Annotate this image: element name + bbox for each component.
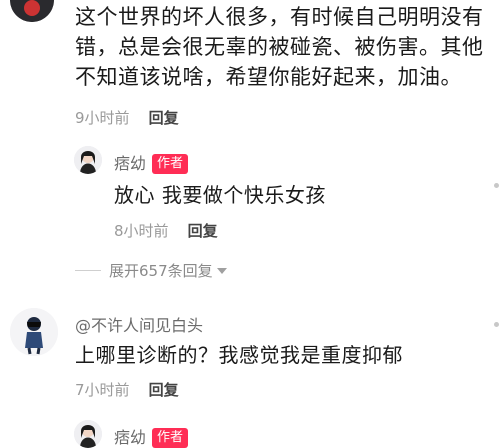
- reply-username[interactable]: 痞幼: [114, 428, 146, 447]
- comment-time: 9小时前: [75, 109, 130, 127]
- comment-text: 这个世界的坏人很多，有时候自己明明没有 错，总是会很无辜的被碰瓷、被伤害。其他 …: [75, 2, 495, 92]
- reply-header: 痞幼 作者: [114, 150, 189, 174]
- comment-meta: 9小时前 回复: [75, 107, 179, 128]
- reply-button[interactable]: 回复: [149, 381, 179, 399]
- reply-header: 痞幼 作者: [114, 424, 189, 448]
- comment-text: 上哪里诊断的？我感觉我是重度抑郁: [75, 343, 403, 367]
- commenter-avatar[interactable]: [10, 0, 54, 22]
- reply-text: 放心 我要做个快乐女孩: [114, 183, 326, 207]
- reply-meta: 8小时前 回复: [114, 220, 218, 241]
- expand-divider: [75, 270, 101, 271]
- like-indicator[interactable]: [494, 183, 499, 188]
- chevron-down-icon: [216, 267, 227, 274]
- comment-text-line: 这个世界的坏人很多，有时候自己明明没有: [75, 5, 484, 29]
- like-indicator[interactable]: [494, 322, 499, 327]
- comment-text-line: 不知道该说啥，希望你能好起来，加油。: [75, 65, 462, 89]
- author-badge: 作者: [152, 154, 189, 174]
- comment-meta: 7小时前 回复: [75, 379, 179, 400]
- expand-replies[interactable]: 展开657条回复: [75, 260, 227, 281]
- comment-username[interactable]: @不许人间见白头: [75, 312, 203, 336]
- reply-username[interactable]: 痞幼: [114, 154, 146, 173]
- comment-time: 7小时前: [75, 381, 130, 399]
- comment-text-line: 错，总是会很无辜的被碰瓷、被伤害。其他: [75, 35, 484, 59]
- commenter-avatar[interactable]: [10, 308, 58, 356]
- expand-replies-label[interactable]: 展开657条回复: [109, 260, 213, 281]
- reply-button[interactable]: 回复: [149, 109, 179, 127]
- reply-time: 8小时前: [114, 222, 169, 240]
- author-badge: 作者: [152, 428, 189, 448]
- author-avatar[interactable]: [74, 146, 102, 174]
- reply-button[interactable]: 回复: [188, 222, 218, 240]
